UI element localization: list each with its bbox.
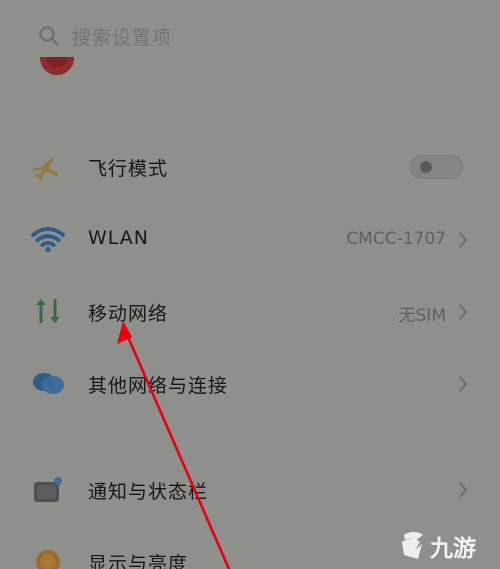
mobile-network-icon (29, 292, 67, 330)
display-brightness-row[interactable]: 显示与亮度 (0, 533, 500, 569)
settings-search-bar[interactable]: 搜索设置项 (36, 19, 336, 53)
search-placeholder: 搜索设置项 (72, 26, 173, 49)
partial-red-icon (40, 57, 74, 75)
chevron-right-icon (457, 375, 469, 393)
sim-status-value: 无SIM (398, 306, 446, 326)
other-networks-row[interactable]: 其他网络与连接 (0, 355, 500, 411)
toggle-knob (420, 161, 432, 173)
search-icon (36, 23, 62, 49)
partially-visible-settings-row[interactable] (40, 57, 320, 75)
notification-icon (29, 471, 67, 509)
chevron-right-icon (457, 231, 469, 249)
chevron-right-icon (457, 303, 469, 321)
other-networks-label: 其他网络与连接 (88, 375, 229, 397)
chevron-right-icon (457, 481, 469, 499)
wlan-row[interactable]: WLAN CMCC-1707 (0, 211, 500, 267)
wlan-label: WLAN (88, 227, 150, 249)
display-brightness-icon (29, 543, 67, 569)
wlan-network-value: CMCC-1707 (346, 229, 446, 249)
mobile-network-label: 移动网络 (88, 303, 169, 325)
wifi-icon (29, 221, 67, 259)
mobile-network-row[interactable]: 移动网络 无SIM (0, 283, 500, 339)
partial-row-label (90, 57, 310, 64)
display-brightness-label: 显示与亮度 (88, 553, 189, 569)
airplane-icon (29, 148, 67, 186)
settings-screen: 搜索设置项 飞行模式 WLAN CMCC-1707 移动网络 无SIM 其他网络… (0, 0, 500, 569)
airplane-mode-label: 飞行模式 (88, 158, 169, 180)
connection-icon (29, 364, 67, 402)
notifications-status-bar-label: 通知与状态栏 (88, 481, 209, 503)
airplane-mode-toggle[interactable] (410, 155, 463, 179)
notifications-status-bar-row[interactable]: 通知与状态栏 (0, 461, 500, 517)
